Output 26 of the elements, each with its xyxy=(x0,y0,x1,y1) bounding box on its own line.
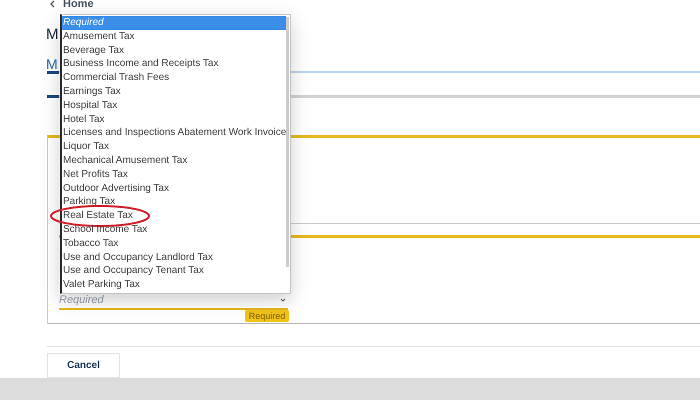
scrollbar[interactable] xyxy=(286,17,289,267)
dropdown-option[interactable]: Beverage Tax xyxy=(62,44,286,58)
dropdown-option[interactable]: Licenses and Inspections Abatement Work Invoice xyxy=(62,126,286,140)
dropdown-option[interactable]: Net Profits Tax xyxy=(62,168,286,182)
tab[interactable]: M xyxy=(46,56,58,72)
cancel-button[interactable]: Cancel xyxy=(47,353,120,378)
dropdown-option[interactable]: Outdoor Advertising Tax xyxy=(62,182,286,196)
chevron-icon[interactable] xyxy=(280,298,286,302)
dropdown-option[interactable]: Commercial Trash Fees xyxy=(62,71,286,85)
page-title: M xyxy=(46,26,58,43)
dropdown-option[interactable]: Hospital Tax xyxy=(62,98,286,113)
dropdown-option[interactable]: Liquor Tax xyxy=(62,140,286,154)
dropdown-option[interactable]: School Income Tax xyxy=(62,222,286,237)
dropdown-option[interactable]: Parking Tax xyxy=(62,195,286,210)
dropdown-option[interactable]: Business Income and Receipts Tax xyxy=(62,57,286,72)
dropdown-option[interactable]: Tobacco Tax xyxy=(62,236,286,251)
dropdown-option[interactable]: Amusement Tax xyxy=(62,30,286,44)
dropdown-option[interactable]: Use and Occupancy Landlord Tax xyxy=(62,250,286,264)
required-badge: Required xyxy=(245,310,289,322)
dropdown-option[interactable]: Use and Occupancy Tenant Tax xyxy=(62,264,286,278)
dropdown-option[interactable]: Valet Parking Tax xyxy=(62,278,286,292)
dropdown-option[interactable]: Hotel Tax xyxy=(62,112,286,126)
dropdown-option[interactable]: Mechanical Amusement Tax xyxy=(62,154,286,168)
back-icon[interactable] xyxy=(50,0,55,8)
dropdown-option[interactable]: Earnings Tax xyxy=(62,84,286,99)
dropdown-option[interactable]: Real Estate Tax xyxy=(62,209,286,223)
